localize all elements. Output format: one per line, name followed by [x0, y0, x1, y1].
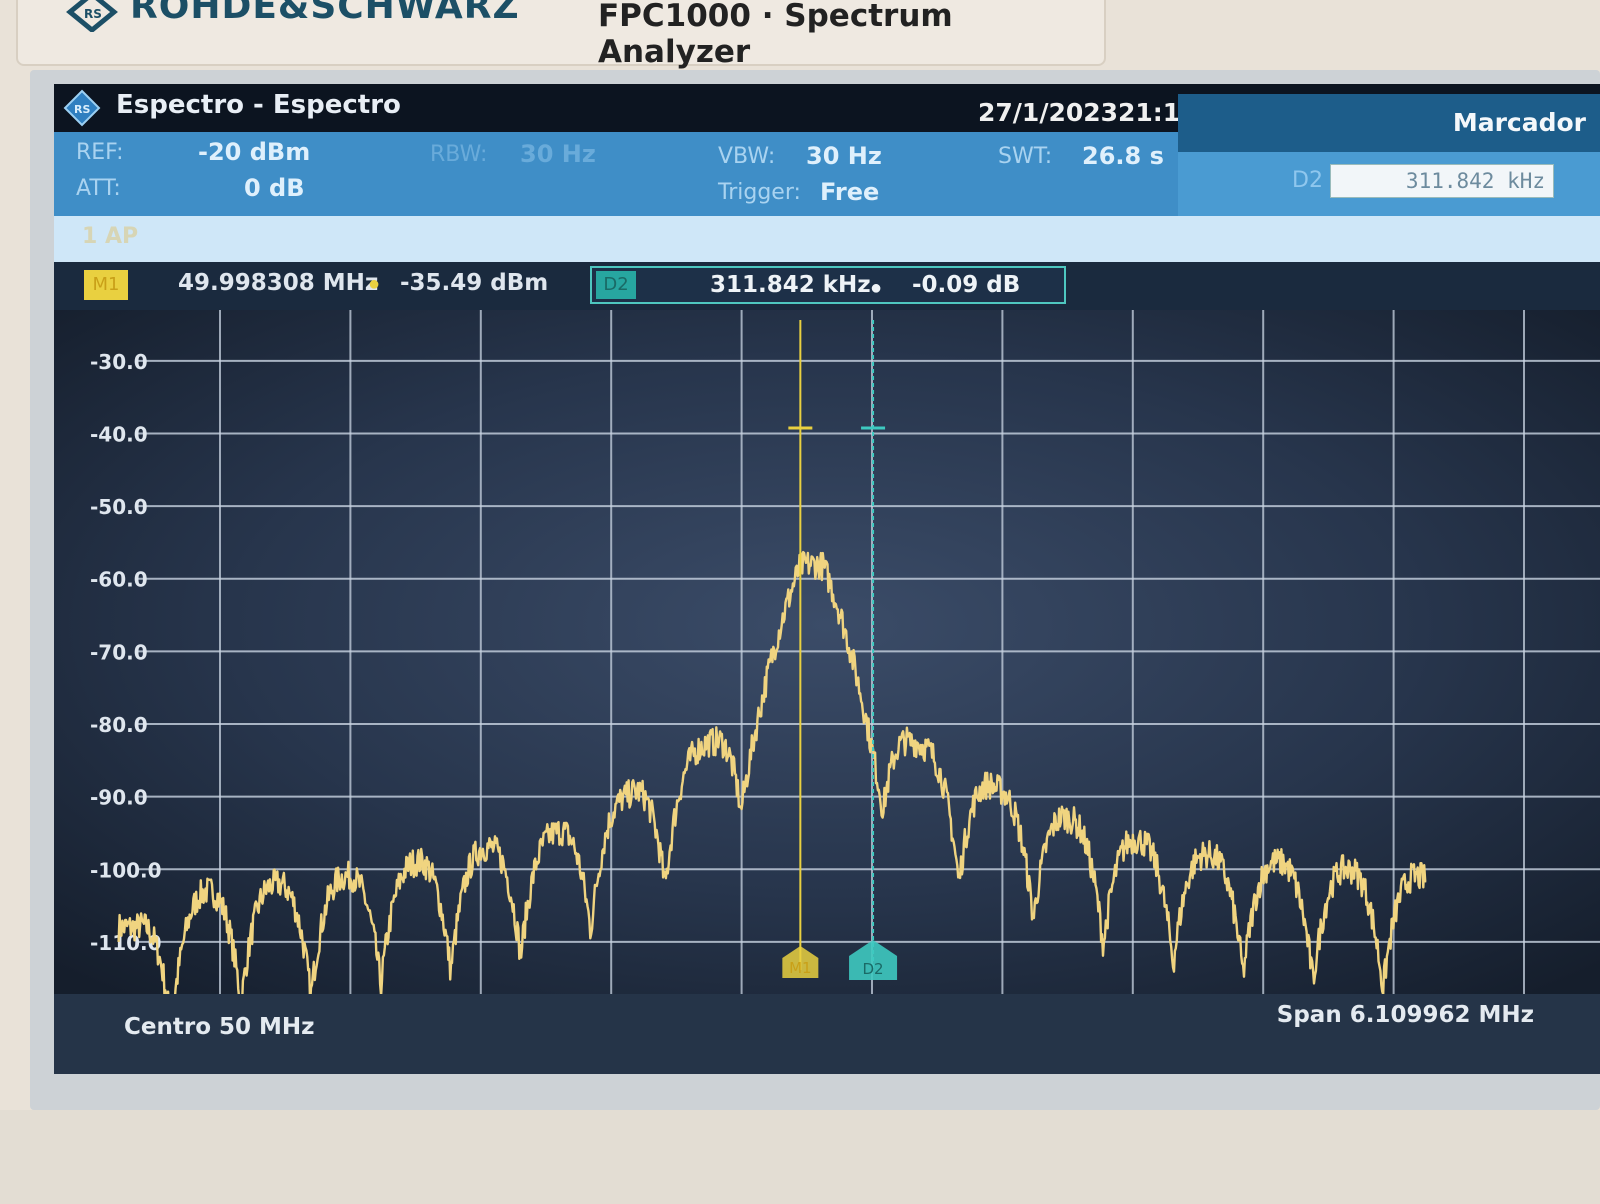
center-frequency[interactable]: Centro 50 MHz: [124, 1014, 315, 1040]
span-value[interactable]: Span 6.109962 MHz: [1277, 1002, 1534, 1028]
y-tick-label: -40.0: [90, 422, 148, 446]
swt-value[interactable]: 26.8 s: [1082, 142, 1164, 170]
ref-label: REF:: [76, 140, 124, 165]
svg-text:RS: RS: [74, 103, 90, 116]
model-name: FPC1000 · Spectrum Analyzer: [598, 0, 953, 70]
window-title: Espectro - Espectro: [116, 90, 401, 120]
rbw-label: RBW:: [430, 142, 488, 167]
vbw-value[interactable]: 30 Hz: [806, 142, 882, 170]
m1-badge[interactable]: M1: [84, 270, 128, 300]
footer-bar: Centro 50 MHz Span 6.109962 MHz: [54, 994, 1600, 1074]
marker-panel-tab[interactable]: Marcador: [1178, 94, 1600, 152]
trigger-label: Trigger:: [718, 180, 801, 205]
marker-entry-panel: D2 311.842 kHz: [1178, 152, 1600, 216]
trigger-value[interactable]: Free: [820, 178, 879, 206]
swt-label: SWT:: [998, 144, 1053, 169]
m1-separator-dot: ●: [368, 273, 381, 295]
ref-value[interactable]: -20 dBm: [198, 138, 310, 166]
svg-text:RS: RS: [84, 7, 102, 21]
att-value[interactable]: 0 dB: [244, 174, 305, 202]
trace-info: 1 AP: [82, 224, 139, 249]
d2-marker-box[interactable]: D2 311.842 kHz ● -0.09 dB: [590, 266, 1066, 304]
y-tick-label: -60.0: [90, 568, 148, 592]
m1-level: -35.49 dBm: [400, 270, 549, 296]
d2-frequency-input[interactable]: 311.842 kHz: [1330, 164, 1554, 198]
rbw-value[interactable]: 30 Hz: [520, 140, 596, 168]
marker-panel-title: Marcador: [1452, 108, 1586, 137]
d2-flag-label: D2: [863, 960, 884, 978]
y-tick-label: -70.0: [90, 640, 148, 664]
marker-info-bar: M1 49.998308 MHz ● -35.49 dBm D2 311.842…: [54, 262, 1600, 310]
spectrum-plot[interactable]: -30.0 -40.0 -50.0 -60.0 -70.0 -80.0 -90.0 -100.…: [54, 310, 1600, 1010]
m1-flag-label: M1: [789, 959, 812, 977]
y-tick-label: -90.0: [90, 786, 148, 810]
brand-name: ROHDE&SCHWARZ: [130, 0, 520, 27]
d2-separator-dot: ●: [870, 277, 883, 299]
y-tick-label: -80.0: [90, 713, 148, 737]
att-label: ATT:: [76, 176, 121, 201]
d2-frequency: 311.842 kHz: [710, 272, 871, 298]
analyzer-screen: RS Espectro - Espectro 27/1/2023 21:16 M…: [54, 84, 1600, 1074]
device-bezel-top: RS ROHDE&SCHWARZ FPC1000 · Spectrum Anal…: [16, 0, 1106, 70]
vbw-label: VBW:: [718, 144, 776, 169]
settings-bar: REF: -20 dBm ATT: 0 dB RBW: 30 Hz VBW: 3…: [54, 132, 1178, 216]
rs-logo-icon: RS: [66, 0, 118, 32]
device-bezel-bottom: [0, 1110, 1600, 1204]
d2-entry-label: D2: [1292, 168, 1323, 193]
d2-level: -0.09 dB: [912, 272, 1021, 298]
y-tick-label: -30.0: [90, 350, 148, 374]
d2-badge: D2: [596, 271, 636, 299]
date-display: 27/1/2023: [978, 98, 1119, 127]
rs-app-icon[interactable]: RS: [62, 88, 102, 128]
y-tick-label: -50.0: [90, 495, 148, 519]
y-tick-label: -100.0: [90, 858, 162, 882]
m1-frequency: 49.998308 MHz: [178, 270, 379, 296]
trace-info-strip: 1 AP: [54, 216, 1600, 262]
